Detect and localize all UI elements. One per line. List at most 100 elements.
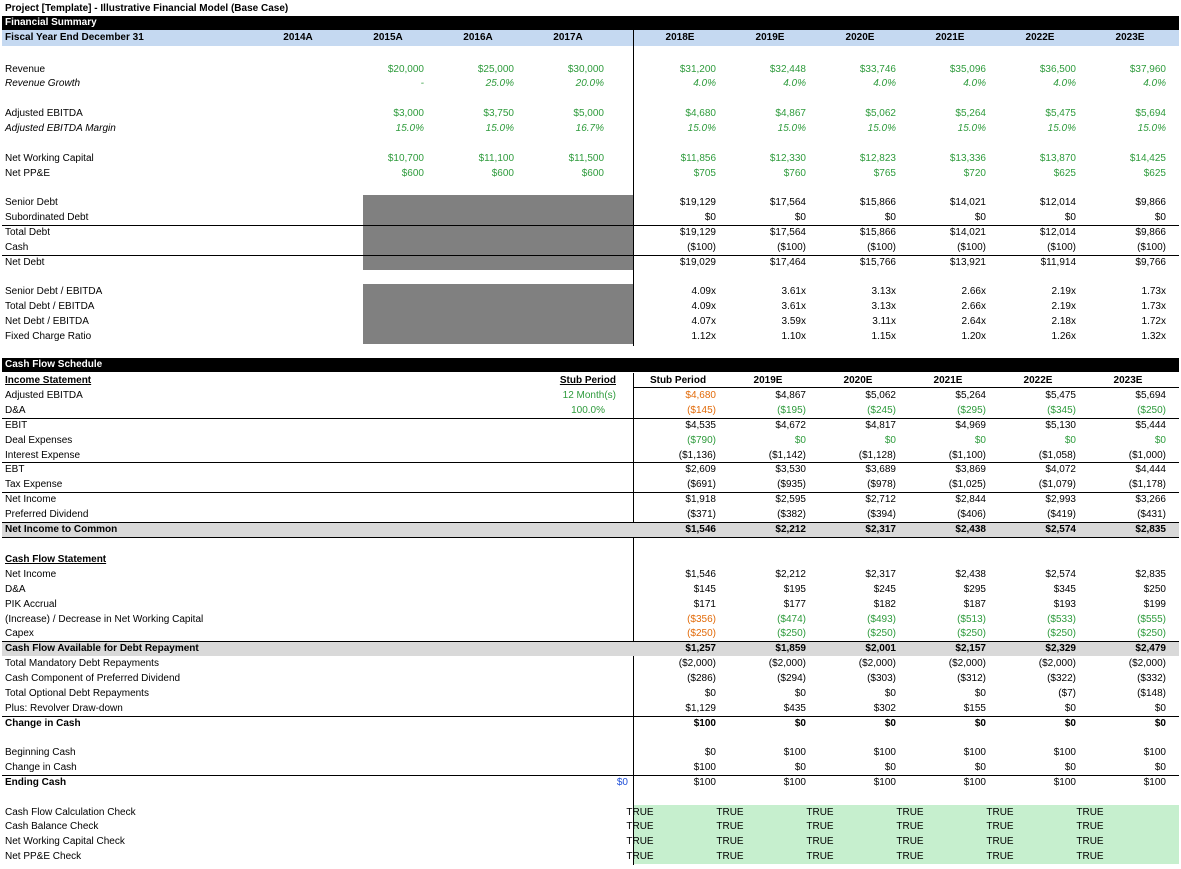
check-value: TRUE <box>1076 836 1104 847</box>
year-header: 2022E <box>1025 32 1055 43</box>
cell-value: $33,746 <box>859 64 896 75</box>
cell-value: $0 <box>974 718 986 729</box>
cell-value: 3.13x <box>871 286 896 297</box>
cell-value: 3.61x <box>781 301 806 312</box>
cell-value: 4.0% <box>963 78 986 89</box>
cell-value: 15.0% <box>395 123 424 134</box>
cf-income-row: EBT $2,609 $3,530 $3,689 $3,869 $4,072 $4,444 <box>0 462 1181 477</box>
cell-value: $0 <box>1154 762 1166 773</box>
cell-value: $4,535 <box>685 420 716 431</box>
cell-value: $9,766 <box>1135 257 1166 268</box>
row-label: (Increase) / Decrease in Net Working Cap… <box>5 614 204 625</box>
row-label: Revenue <box>5 64 46 75</box>
fs-row-total-debt: Total Debt $19,129 $17,564 $15,866 $14,021 $1… <box>0 225 1181 240</box>
cell-value: $5,062 <box>865 108 896 119</box>
row-label: Net Income to Common <box>5 524 118 535</box>
cell-value: $0 <box>974 688 986 699</box>
cell-value: $1,859 <box>775 643 806 654</box>
cell-value: - <box>420 78 424 89</box>
cell-value: $14,425 <box>1129 153 1166 164</box>
cell-value: $182 <box>873 599 896 610</box>
cell-value: ($356) <box>687 614 716 625</box>
year-header: 2015A <box>373 32 403 43</box>
cf-header-row: Income Statement Stub Period Stub Period 20… <box>0 373 1181 388</box>
cell-value: $0 <box>704 212 716 223</box>
cell-value: $100 <box>783 777 806 788</box>
row-label: Fixed Charge Ratio <box>5 331 92 342</box>
cell-value: $15,766 <box>859 257 896 268</box>
cell-value: ($935) <box>777 479 806 490</box>
cell-value: 15.0% <box>1047 123 1076 134</box>
cell-value: 15.0% <box>485 123 514 134</box>
cell-value: $5,475 <box>1045 108 1076 119</box>
row-label: Net Debt / EBITDA <box>5 316 89 327</box>
cell-value: $17,464 <box>769 257 806 268</box>
cell-value: 1.20x <box>961 331 986 342</box>
row-label: Total Mandatory Debt Repayments <box>5 658 159 669</box>
cell-value: $345 <box>1053 584 1076 595</box>
cell-value: ($2,000) <box>768 658 806 669</box>
cell-value: $17,564 <box>769 227 806 238</box>
cell-value: ($1,178) <box>1128 479 1166 490</box>
row-label: Net Income <box>5 569 57 580</box>
cell-value: $4,969 <box>955 420 986 431</box>
cell-value: $100 <box>1143 777 1166 788</box>
cell-value: 4.09x <box>691 301 716 312</box>
cell-value: $0 <box>704 747 716 758</box>
cell-value: $3,266 <box>1135 494 1166 505</box>
cell-value: $145 <box>693 584 716 595</box>
cell-value: $5,000 <box>573 108 604 119</box>
cell-value: $720 <box>963 168 986 179</box>
cell-value: $600 <box>491 168 514 179</box>
cell-value: $4,444 <box>1135 464 1166 475</box>
year-header: 2020E <box>845 32 875 43</box>
check-value: TRUE <box>1076 821 1104 832</box>
cell-value: ($2,000) <box>1128 658 1166 669</box>
check-value: TRUE <box>896 851 924 862</box>
cell-value: $2,317 <box>865 524 896 535</box>
fs-row-nwc: Net Working Capital $10,700 $11,100 $11,500… <box>0 151 1181 166</box>
cell-value: $0 <box>884 688 896 699</box>
cell-value: $100 <box>1053 747 1076 758</box>
cell-value: 2.64x <box>961 316 986 327</box>
cell-value: $5,475 <box>1045 390 1076 401</box>
row-label: Total Debt / EBITDA <box>5 301 95 312</box>
year-header: 2016A <box>463 32 493 43</box>
cell-value: $250 <box>1143 584 1166 595</box>
cell-value: $760 <box>783 168 806 179</box>
cell-value: ($148) <box>1137 688 1166 699</box>
year-header: 2014A <box>283 32 313 43</box>
year-header: 2017A <box>553 32 583 43</box>
cfs-row: (Increase) / Decrease in Net Working Cap… <box>0 612 1181 627</box>
cell-value: $19,129 <box>679 197 716 208</box>
rule-income <box>2 462 1179 463</box>
row-label: Change in Cash <box>5 718 81 729</box>
row-label: Adjusted EBITDA <box>5 108 83 119</box>
sheet-title: Project [Template] - Illustrative Financ… <box>5 3 289 14</box>
cell-value: $2,835 <box>1135 569 1166 580</box>
cell-value: ($493) <box>867 614 896 625</box>
cell-value: $4,672 <box>775 420 806 431</box>
year-header: 2019E <box>755 32 785 43</box>
rule-cfs <box>2 641 1179 642</box>
cell-value: ($2,000) <box>1038 658 1076 669</box>
cell-value: $2,712 <box>865 494 896 505</box>
cell-value: $2,993 <box>1045 494 1076 505</box>
cell-value: $100 <box>873 747 896 758</box>
cell-value: 2.66x <box>961 286 986 297</box>
cf-year-header: 2021E <box>933 375 963 386</box>
cell-value: $1,546 <box>685 569 716 580</box>
cell-value: $0 <box>974 435 986 446</box>
cell-value: $625 <box>1053 168 1076 179</box>
rule-income <box>2 522 1179 523</box>
cell-value: ($100) <box>1047 242 1076 253</box>
check-value: TRUE <box>626 821 654 832</box>
cell-value: ($2,000) <box>858 658 896 669</box>
fs-row-net-debt-ebitda: Net Debt / EBITDA 4.07x 3.59x 3.11x 2.64x 2.1… <box>0 314 1181 329</box>
year-header: 2023E <box>1115 32 1145 43</box>
cf-income-row: Net Income to Common $1,546 $2,212 $2,317 $2… <box>0 522 1181 537</box>
check-value: TRUE <box>716 807 744 818</box>
cell-value: 2.18x <box>1051 316 1076 327</box>
fs-row-net-ppe: Net PP&E $600 $600 $600 $705 $760 $765 $720 $625… <box>0 166 1181 181</box>
check-value: TRUE <box>626 836 654 847</box>
